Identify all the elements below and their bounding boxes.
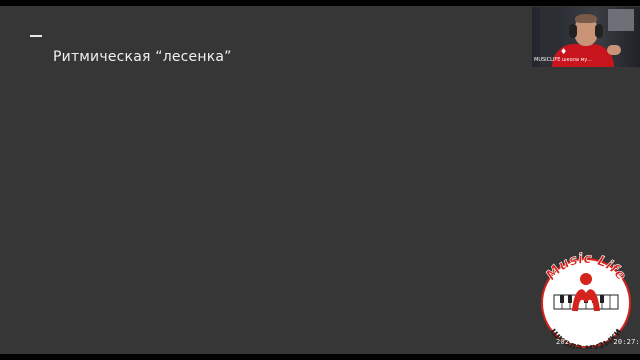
timestamp-time: 20:27:11: [613, 338, 640, 346]
timestamp-gap: [574, 338, 609, 346]
recording-timestamp: 202 20:27:11: [556, 338, 640, 346]
headphone-right: [595, 24, 603, 38]
video-frame: Ритмическая “лесенка” ♦ MUSICLIFE школа …: [0, 0, 640, 360]
timestamp-date: 202: [556, 338, 570, 346]
shirt-logo: ♦: [560, 47, 568, 56]
presenter-hand: [607, 45, 621, 55]
figure-head-icon: [580, 273, 592, 285]
music-life-logo: Music Life школа музыки: [541, 251, 631, 349]
presenter-hair: [575, 14, 597, 23]
webcam-caption: MUSICLIFE школа му...: [534, 57, 593, 63]
webcam-window-light: [608, 9, 634, 31]
headphone-left: [569, 24, 577, 38]
slide-accent-dash: [30, 35, 42, 37]
slide-title: Ритмическая “лесенка”: [53, 49, 232, 65]
